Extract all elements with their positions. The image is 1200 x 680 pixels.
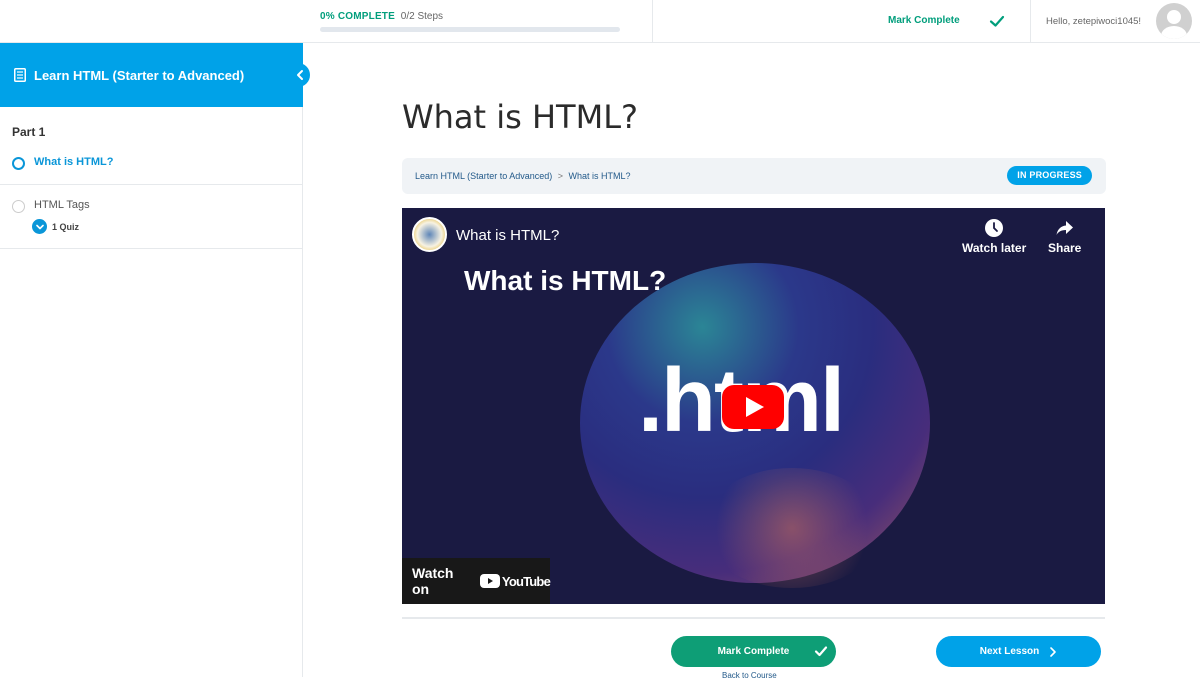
course-progress: 0% COMPLETE 0/2 Steps [320,11,630,32]
video-title[interactable]: What is HTML? [456,227,559,244]
breadcrumb-lesson-link[interactable]: What is HTML? [569,171,631,181]
chevron-left-icon [297,70,303,80]
youtube-wordmark: YouTube [501,573,551,589]
lesson-item[interactable]: What is HTML? [0,144,302,185]
course-header[interactable]: Learn HTML (Starter to Advanced) [0,43,310,107]
share-icon [1056,221,1073,235]
breadcrumb-course-link[interactable]: Learn HTML (Starter to Advanced) [415,171,552,181]
lesson-item[interactable]: HTML Tags 1 Quiz [0,185,302,249]
thumbnail-heading: What is HTML? [464,265,667,296]
mark-complete-label: Mark Complete [717,646,790,657]
channel-avatar-icon[interactable] [412,217,447,252]
next-lesson-button[interactable]: Next Lesson [936,636,1101,667]
chevron-down-icon [35,224,44,229]
divider [1030,0,1031,43]
watch-on-youtube-link[interactable]: Watch on YouTube [402,558,551,604]
course-sidebar: Learn HTML (Starter to Advanced) Part 1 … [0,43,310,677]
divider [652,0,653,43]
youtube-logo: YouTube [479,573,551,589]
status-badge: IN PROGRESS [1007,166,1092,185]
user-greeting: Hello, zetepiwoci1045! [1046,16,1142,27]
top-bar: 0% COMPLETE 0/2 Steps Mark Complete Hell… [0,0,1200,43]
check-icon [814,646,828,657]
user-avatar-icon [1161,10,1187,39]
watch-on-label: Watch on [412,565,454,597]
topbar-mark-complete-button[interactable]: Mark Complete [888,15,960,26]
lesson-status-circle-icon [12,200,25,213]
progress-percent: 0% COMPLETE [320,11,395,22]
watch-later-button[interactable]: Watch later [962,218,1026,255]
avatar[interactable] [1156,3,1192,39]
mark-complete-button[interactable]: Mark Complete [671,636,836,667]
course-title[interactable]: Learn HTML (Starter to Advanced) [34,68,244,83]
progress-bar [320,27,620,32]
page-title: What is HTML? [402,98,639,136]
breadcrumb-separator: > [557,171,564,181]
document-icon [14,68,26,82]
next-lesson-label: Next Lesson [979,646,1040,657]
lesson-label[interactable]: What is HTML? [34,156,113,168]
video-player[interactable]: What is HTML? Watch later Share What is … [402,208,1105,604]
progress-steps: 0/2 Steps [400,11,444,22]
lesson-status-circle-icon [12,157,25,170]
back-to-course-link[interactable]: Back to Course [722,671,777,680]
collapse-sidebar-button[interactable] [290,63,310,87]
divider [402,617,1105,619]
share-label: Share [1048,241,1082,255]
quiz-count: 1 Quiz [52,221,80,232]
clock-icon [985,219,1004,237]
quiz-expander[interactable]: 1 Quiz [32,219,79,234]
watch-later-label: Watch later [962,241,1027,255]
expand-quiz-toggle[interactable] [32,219,47,234]
thumbnail-glow [702,468,882,588]
chevron-right-icon [1050,646,1057,657]
play-icon[interactable] [722,385,784,429]
breadcrumb-bar: Learn HTML (Starter to Advanced) > What … [402,158,1106,194]
section-title: Part 1 [12,125,46,139]
youtube-icon [479,574,500,588]
share-button[interactable]: Share [1048,218,1081,255]
check-icon[interactable] [988,12,1006,30]
lesson-label[interactable]: HTML Tags [34,199,90,211]
breadcrumb: Learn HTML (Starter to Advanced) > What … [415,171,631,181]
